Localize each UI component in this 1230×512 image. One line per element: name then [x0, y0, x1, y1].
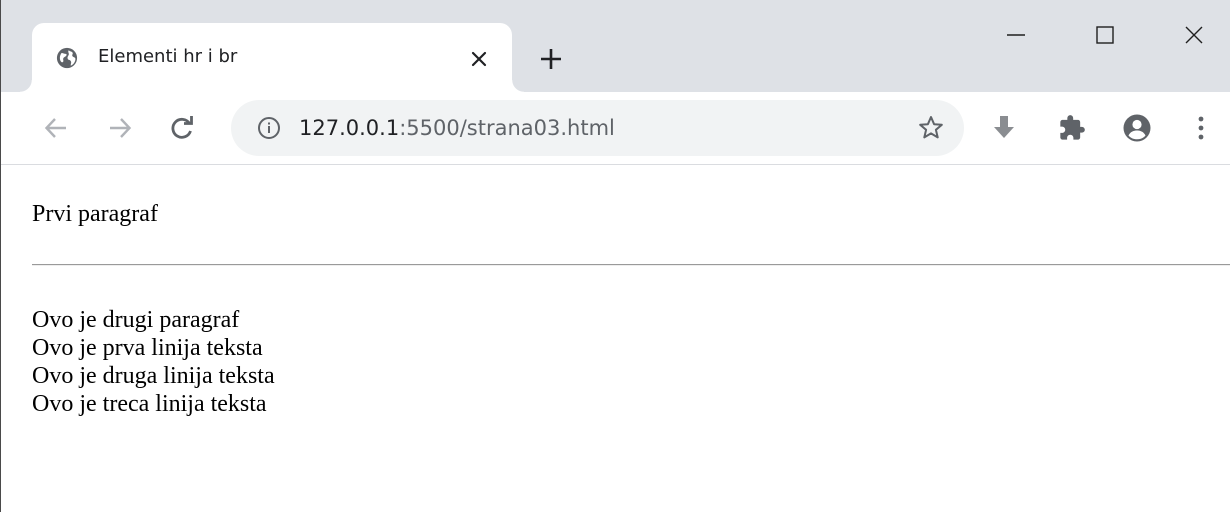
url-host: 127.0.0.1: [299, 116, 400, 140]
horizontal-rule: [32, 264, 1230, 266]
reload-icon: [171, 116, 193, 139]
paragraph-line: Ovo je treca linija teksta: [32, 391, 267, 417]
tab-active[interactable]: Elementi hr i br: [20, 23, 524, 92]
paragraph-line: Ovo je prva linija teksta: [32, 335, 263, 361]
arrow-left-icon: [44, 118, 66, 138]
reload-button[interactable]: [167, 113, 197, 143]
browser-toolbar: 127.0.0.1:5500/strana03.html: [1, 92, 1230, 165]
tab-title: Elementi hr i br: [98, 46, 238, 67]
kebab-menu-icon[interactable]: [1186, 113, 1216, 143]
paragraph-first: Prvi paragraf: [32, 201, 158, 227]
forward-button[interactable]: [105, 113, 135, 143]
globe-icon: [56, 47, 78, 69]
address-bar[interactable]: 127.0.0.1:5500/strana03.html: [231, 100, 964, 156]
paragraph-line: Ovo je drugi paragraf: [32, 307, 240, 333]
maximize-button[interactable]: [1082, 14, 1128, 56]
close-icon[interactable]: [468, 48, 490, 70]
page-content: Prvi paragraf Ovo je drugi paragraf Ovo …: [1, 165, 1230, 512]
back-button[interactable]: [41, 113, 71, 143]
minimize-button[interactable]: [993, 14, 1039, 56]
tab-strip: Elementi hr i br: [1, 0, 1230, 92]
star-icon[interactable]: [917, 114, 945, 142]
paragraph-second: Ovo je drugi paragraf Ovo je prva linija…: [32, 306, 275, 418]
url-path: :5500/strana03.html: [399, 116, 615, 140]
window-close-button[interactable]: [1171, 14, 1217, 56]
account-icon[interactable]: [1122, 113, 1152, 143]
puzzle-icon[interactable]: [1057, 113, 1087, 143]
browser-window: Elementi hr i br 127.0.0.1:5500/strana03…: [0, 0, 1230, 512]
minimize-icon: [1007, 34, 1025, 36]
download-icon[interactable]: [989, 113, 1019, 143]
paragraph-line: Ovo je druga linija teksta: [32, 363, 275, 389]
url-text[interactable]: 127.0.0.1:5500/strana03.html: [299, 113, 615, 143]
new-tab-button[interactable]: [538, 46, 564, 72]
plus-icon: [541, 49, 561, 69]
info-icon[interactable]: [257, 116, 281, 140]
maximize-icon: [1096, 26, 1114, 44]
arrow-right-icon: [110, 118, 132, 138]
close-icon: [1185, 26, 1203, 44]
